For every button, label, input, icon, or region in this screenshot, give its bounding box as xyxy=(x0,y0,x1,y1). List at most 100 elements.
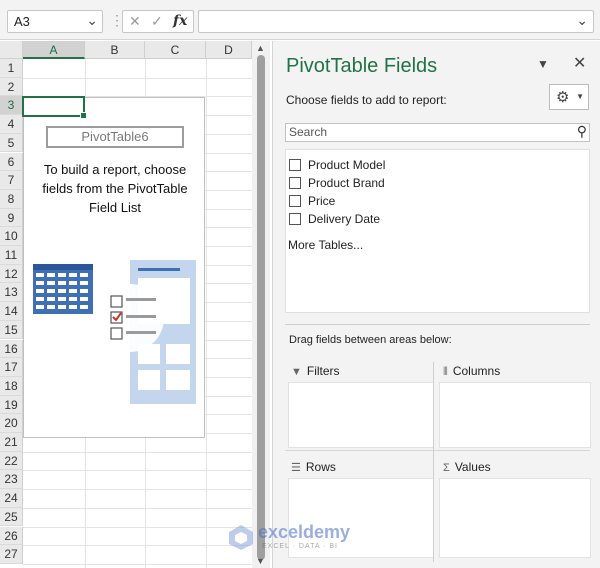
values-drop-area[interactable] xyxy=(439,478,591,558)
formula-input[interactable]: ⌄ xyxy=(198,10,594,33)
row-header-5[interactable]: 5 xyxy=(0,133,23,153)
rows-icon: ☰ xyxy=(291,462,301,474)
row-header-15[interactable]: 15 xyxy=(0,320,23,340)
scroll-up-icon[interactable]: ▲ xyxy=(256,43,265,53)
checkbox[interactable] xyxy=(289,159,301,171)
field-product-brand[interactable]: Product Brand xyxy=(289,176,385,192)
field-label: Price xyxy=(308,194,336,208)
scroll-thumb[interactable] xyxy=(257,55,265,560)
expand-formula-icon[interactable]: ⌄ xyxy=(576,12,588,29)
checkbox[interactable] xyxy=(289,213,301,225)
columns-drop-area[interactable] xyxy=(439,382,591,448)
row-header-19[interactable]: 19 xyxy=(0,395,23,415)
rows-area-header: ☰ Rows xyxy=(291,460,336,474)
area-divider xyxy=(433,362,434,562)
gridline xyxy=(23,526,252,528)
active-cell-a3[interactable] xyxy=(22,96,87,119)
excel-window: A3 ⌄ ⋮ ✕ ✓ fx ⌄ A B C D 1 2 3 4 5 6 7 8 9 10 11 12 1… xyxy=(0,0,600,568)
pane-options-icon[interactable]: ▼ xyxy=(537,57,549,71)
row-header-20[interactable]: 20 xyxy=(0,414,23,433)
gear-icon: ⚙ xyxy=(556,89,570,106)
row-header-12[interactable]: 12 xyxy=(0,264,23,284)
gridline xyxy=(23,545,252,547)
row-header-13[interactable]: 13 xyxy=(0,283,23,303)
row-header-2[interactable]: 2 xyxy=(0,77,23,97)
gridline xyxy=(23,507,252,509)
pane-divider[interactable] xyxy=(285,324,590,325)
row-header-22[interactable]: 22 xyxy=(0,451,23,471)
pivot-illustration xyxy=(33,260,196,404)
tools-button[interactable]: ⚙ ▼ xyxy=(549,84,589,110)
sigma-icon: Σ xyxy=(443,462,450,474)
values-area-header: Σ Values xyxy=(443,460,491,474)
name-box-value: A3 xyxy=(14,14,30,29)
search-icon[interactable]: ⚲ xyxy=(577,123,587,140)
insert-function-button[interactable]: fx xyxy=(173,13,187,29)
column-header-b[interactable]: B xyxy=(85,41,145,59)
gridline xyxy=(23,470,252,472)
checkbox[interactable] xyxy=(289,177,301,189)
gridline xyxy=(206,59,207,568)
close-icon[interactable]: ✕ xyxy=(573,53,586,73)
choose-fields-label: Choose fields to add to report: xyxy=(286,93,447,107)
values-label: Values xyxy=(454,460,491,474)
pivot-table-placeholder[interactable]: PivotTable6 To build a report, choose fi… xyxy=(23,97,205,438)
formula-bar: A3 ⌄ ⋮ ✕ ✓ fx ⌄ xyxy=(0,0,600,40)
field-label: Product Brand xyxy=(308,176,385,190)
row-header-23[interactable]: 23 xyxy=(0,470,23,490)
row-header-16[interactable]: 16 xyxy=(0,339,23,359)
filters-drop-area[interactable] xyxy=(288,382,434,448)
row-header-1[interactable]: 1 xyxy=(0,59,23,78)
checkbox[interactable] xyxy=(289,195,301,207)
row-header-7[interactable]: 7 xyxy=(0,171,23,190)
chevron-down-icon[interactable]: ⌄ xyxy=(86,12,98,29)
formula-buttons: ✕ ✓ fx xyxy=(122,10,194,33)
field-price[interactable]: Price xyxy=(289,194,335,210)
pivottable-fields-pane: PivotTable Fields ▼ ✕ Choose fields to a… xyxy=(272,41,600,568)
watermark-tagline: EXCEL · DATA · BI xyxy=(262,543,338,550)
column-header-d[interactable]: D xyxy=(206,41,252,59)
watermark-name: exceldemy xyxy=(258,522,351,542)
row-header-9[interactable]: 9 xyxy=(0,208,23,228)
row-header-6[interactable]: 6 xyxy=(0,152,23,172)
field-delivery-date[interactable]: Delivery Date xyxy=(289,212,380,228)
cancel-icon[interactable]: ✕ xyxy=(129,13,141,30)
row-header-10[interactable]: 10 xyxy=(0,227,23,246)
column-header-c[interactable]: C xyxy=(145,41,206,59)
row-header-4[interactable]: 4 xyxy=(0,115,23,134)
scroll-down-icon[interactable]: ▼ xyxy=(256,556,265,566)
field-product-model[interactable]: Product Model xyxy=(289,158,385,174)
row-header-27[interactable]: 27 xyxy=(0,545,23,564)
row-header-24[interactable]: 24 xyxy=(0,489,23,508)
pivot-instructions: To build a report, choose fields from th… xyxy=(42,162,188,215)
gridline xyxy=(23,563,252,565)
table-illustration-icon xyxy=(33,264,93,314)
row-header-18[interactable]: 18 xyxy=(0,376,23,396)
exceldemy-logo-icon xyxy=(229,525,253,550)
row-header-25[interactable]: 25 xyxy=(0,507,23,527)
vertical-scrollbar[interactable]: ▲ ▼ xyxy=(252,41,270,568)
row-header-17[interactable]: 17 xyxy=(0,358,23,377)
gridline xyxy=(23,77,252,79)
pivot-table-name: PivotTable6 xyxy=(46,126,184,148)
row-header-8[interactable]: 8 xyxy=(0,189,23,209)
drag-fields-label: Drag fields between areas below: xyxy=(289,334,452,346)
row-header-11[interactable]: 11 xyxy=(0,246,23,265)
filter-icon: ▼ xyxy=(291,366,302,378)
field-list: Product Model Product Brand Price Delive… xyxy=(285,149,590,313)
column-header-a[interactable]: A xyxy=(23,41,85,59)
row-header-3[interactable]: 3 xyxy=(0,96,23,116)
enter-icon[interactable]: ✓ xyxy=(151,13,163,30)
select-all-corner[interactable] xyxy=(0,41,23,59)
worksheet[interactable]: A B C D 1 2 3 4 5 6 7 8 9 10 11 12 13 14 15 16 17 18 19 20 2… xyxy=(0,41,252,568)
filters-area-header: ▼ Filters xyxy=(291,364,340,378)
name-box[interactable]: A3 ⌄ xyxy=(7,10,103,33)
more-tables-link[interactable]: More Tables... xyxy=(288,238,363,252)
row-header-26[interactable]: 26 xyxy=(0,526,23,546)
search-placeholder: Search xyxy=(289,125,328,139)
field-search-input[interactable]: Search ⚲ xyxy=(285,123,590,142)
row-header-21[interactable]: 21 xyxy=(0,433,23,452)
columns-area-header: ⦀ Columns xyxy=(443,364,500,379)
row-header-14[interactable]: 14 xyxy=(0,302,23,321)
field-list-illustration-icon xyxy=(96,260,196,404)
